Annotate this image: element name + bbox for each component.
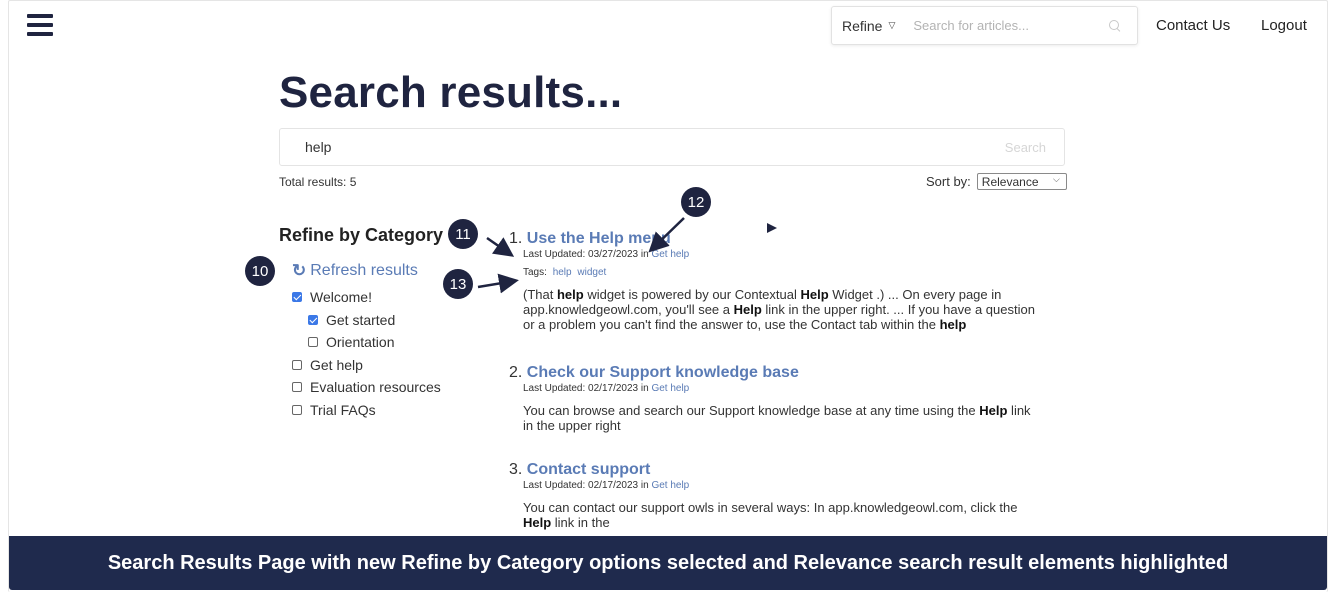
- result-number: 2.: [509, 364, 523, 381]
- checkbox-checked-icon[interactable]: [308, 315, 318, 325]
- category-get-help[interactable]: Get help: [292, 357, 363, 373]
- total-results: Total results: 5: [279, 175, 357, 189]
- result-category-link[interactable]: Get help: [651, 249, 689, 260]
- callout-10: 10: [245, 256, 275, 286]
- category-evaluation-resources[interactable]: Evaluation resources: [292, 379, 441, 395]
- result-title-link[interactable]: 3. Contact support: [509, 461, 1049, 479]
- checkbox-unchecked-icon[interactable]: [292, 360, 302, 370]
- result-snippet: You can contact our support owls in seve…: [509, 500, 1039, 530]
- snippet-text: link in the: [551, 515, 610, 530]
- callout-12: 12: [681, 187, 711, 217]
- category-orientation[interactable]: Orientation: [308, 334, 394, 350]
- contact-us-link[interactable]: Contact Us: [1156, 17, 1230, 34]
- result-category-link[interactable]: Get help: [651, 383, 689, 394]
- search-result: 2. Check our Support knowledge base Last…: [509, 364, 1049, 433]
- result-meta: Last Updated: 02/17/2023 in Get help: [509, 383, 1049, 394]
- result-title-link[interactable]: 1. Use the Help menu: [509, 230, 1049, 248]
- result-snippet: You can browse and search our Support kn…: [509, 403, 1039, 433]
- category-label: Get started: [326, 312, 396, 328]
- category-label: Get help: [310, 357, 363, 373]
- tag-link[interactable]: help: [553, 267, 572, 278]
- result-number: 3.: [509, 461, 523, 478]
- snippet-highlight: Help: [733, 302, 762, 317]
- result-category-link[interactable]: Get help: [651, 480, 689, 491]
- refresh-label: Refresh results: [310, 262, 418, 279]
- result-title[interactable]: Use the Help menu: [527, 230, 671, 247]
- result-meta: Last Updated: 02/17/2023 in Get help: [509, 480, 1049, 491]
- result-title[interactable]: Contact support: [527, 461, 651, 478]
- refresh-icon: ↻: [292, 261, 307, 280]
- result-title-link[interactable]: 2. Check our Support knowledge base: [509, 364, 1049, 382]
- search-button[interactable]: Search: [1005, 140, 1046, 155]
- main-search-input[interactable]: help: [305, 139, 331, 155]
- category-trial-faqs[interactable]: Trial FAQs: [292, 402, 376, 418]
- result-updated: Last Updated: 03/27/2023 in: [523, 249, 649, 260]
- search-result: 3. Contact support Last Updated: 02/17/2…: [509, 461, 1049, 530]
- search-icon[interactable]: [1109, 19, 1121, 32]
- result-meta: Last Updated: 03/27/2023 in Get help: [509, 249, 1049, 260]
- sort-select[interactable]: Relevance ⌵: [976, 173, 1067, 190]
- category-get-started[interactable]: Get started: [308, 312, 395, 328]
- result-updated: Last Updated: 02/17/2023 in: [523, 383, 649, 394]
- checkbox-unchecked-icon[interactable]: [292, 382, 302, 392]
- snippet-text: (That: [523, 287, 557, 302]
- checkbox-checked-icon[interactable]: [292, 292, 302, 302]
- checkbox-unchecked-icon[interactable]: [292, 405, 302, 415]
- logout-link[interactable]: Logout: [1261, 17, 1307, 34]
- category-label: Evaluation resources: [310, 379, 441, 395]
- tags-label: Tags:: [523, 267, 547, 278]
- snippet-highlight: help: [556, 287, 584, 302]
- snippet-highlight: Help: [800, 287, 829, 302]
- sort-by: Sort by: Relevance ⌵: [926, 173, 1067, 190]
- tag-link[interactable]: widget: [577, 267, 606, 278]
- sort-value: Relevance: [981, 174, 1039, 189]
- result-updated: Last Updated: 02/17/2023 in: [523, 480, 649, 491]
- result-tags: Tags: help widget: [509, 267, 1049, 278]
- header-search-bar: Refine ▽ Search for articles...: [831, 6, 1138, 45]
- category-label: Orientation: [326, 334, 395, 350]
- category-label: Trial FAQs: [310, 402, 376, 418]
- caption-bar: Search Results Page with new Refine by C…: [9, 536, 1327, 590]
- result-number: 1.: [509, 230, 523, 247]
- snippet-text: You can browse and search our Support kn…: [523, 403, 980, 418]
- search-result: 1. Use the Help menu Last Updated: 03/27…: [509, 230, 1049, 332]
- callout-13: 13: [443, 269, 473, 299]
- chevron-down-icon: ⌵: [1052, 174, 1060, 184]
- page-title: Search results...: [279, 68, 623, 117]
- checkbox-unchecked-icon[interactable]: [308, 337, 318, 347]
- snippet-text: You can contact our support owls in seve…: [523, 500, 1018, 515]
- main-search-bar[interactable]: help Search: [279, 128, 1065, 166]
- refresh-results-link[interactable]: ↻ Refresh results: [292, 261, 418, 281]
- result-snippet: (That help widget is powered by our Cont…: [509, 287, 1039, 332]
- refine-dropdown[interactable]: Refine ▽: [832, 18, 895, 34]
- refine-label: Refine: [842, 17, 883, 34]
- callout-11: 11: [448, 219, 478, 249]
- snippet-highlight: Help: [979, 403, 1008, 418]
- header-search-input[interactable]: Search for articles...: [913, 18, 1109, 33]
- snippet-highlight: help: [939, 317, 967, 332]
- caret-down-icon: ▽: [888, 20, 896, 30]
- category-welcome[interactable]: Welcome!: [292, 289, 372, 305]
- sort-label: Sort by:: [926, 174, 971, 189]
- hamburger-menu-icon[interactable]: [27, 14, 53, 36]
- snippet-highlight: Help: [523, 515, 552, 530]
- result-title[interactable]: Check our Support knowledge base: [527, 364, 799, 381]
- category-label: Welcome!: [310, 289, 372, 305]
- refine-by-category-heading: Refine by Category: [279, 225, 444, 245]
- snippet-text: widget is powered by our Contextual: [583, 287, 801, 302]
